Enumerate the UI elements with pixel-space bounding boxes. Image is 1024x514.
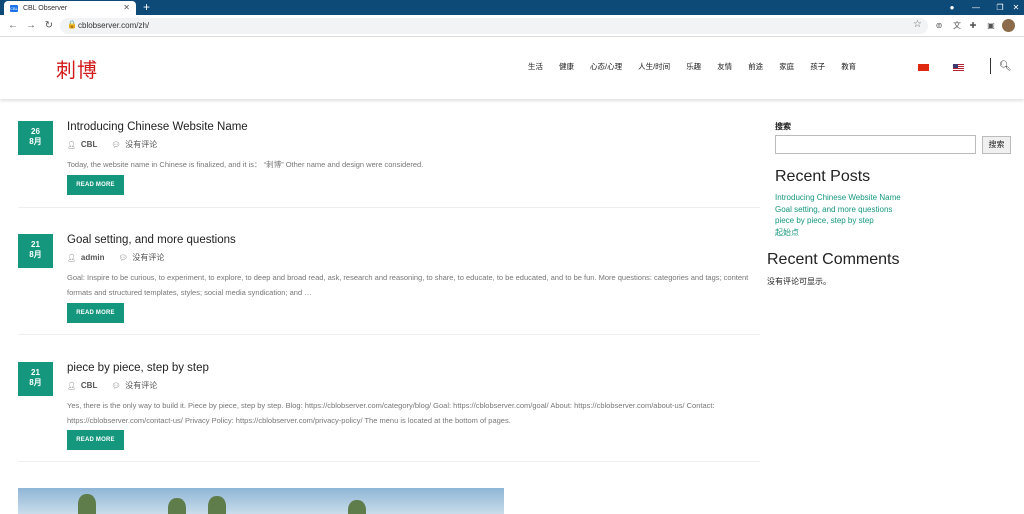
post-title[interactable]: piece by piece, step by step [67, 362, 209, 374]
recent-posts-heading: Recent Posts [775, 168, 871, 185]
post-comments[interactable]: 没有评论 [132, 252, 164, 263]
post-divider [18, 207, 760, 208]
media-icon[interactable]: ▣ [984, 19, 998, 33]
post-month: 8月 [29, 378, 42, 387]
translate-icon[interactable]: 文 [950, 19, 964, 33]
recent-post-link[interactable]: Goal setting, and more questions [775, 204, 901, 216]
nav-item-life[interactable]: 生活 [528, 61, 543, 72]
back-icon[interactable]: ← [6, 19, 20, 33]
nav-item-mindset[interactable]: 心态/心理 [590, 61, 622, 72]
post-date-badge: 26 8月 [18, 121, 53, 155]
site-header: 刺博 生活 健康 心态/心理 人生/时间 乐趣 友情 前途 家庭 孩子 教育 🔍… [0, 37, 1024, 99]
post-author[interactable]: admin [81, 253, 105, 262]
window-close-icon[interactable]: ✕ [1008, 0, 1024, 15]
user-icon: 👤︎ [67, 141, 76, 149]
search-icon[interactable]: 🔍︎ [999, 61, 1012, 72]
us-flag-icon[interactable] [953, 64, 964, 71]
search-button[interactable]: 搜索 [982, 136, 1011, 154]
post-day: 21 [31, 368, 40, 377]
read-more-button[interactable]: READ MORE [67, 175, 124, 195]
post-meta: 👤︎ CBL 💬︎ 没有评论 [67, 380, 157, 391]
search-input[interactable] [775, 135, 976, 154]
browser-tab-bar: CBL CBL Observer ✕ + ● — ❐ ✕ [0, 0, 1024, 15]
post-month: 8月 [29, 250, 42, 259]
nav-item-fun[interactable]: 乐趣 [686, 61, 701, 72]
extension-icon[interactable]: ⊚ [932, 19, 946, 33]
profile-avatar[interactable] [1002, 19, 1015, 32]
reload-icon[interactable]: ↻ [42, 19, 56, 33]
nav-item-friendship[interactable]: 友情 [717, 61, 732, 72]
comment-icon: 💬︎ [111, 382, 121, 390]
post-author[interactable]: CBL [81, 140, 97, 149]
nav-item-health[interactable]: 健康 [559, 61, 574, 72]
post-month: 8月 [29, 137, 42, 146]
address-bar[interactable]: 🔒 cblobserver.com/zh/ ☆ [60, 18, 928, 34]
comment-icon: 💬︎ [118, 254, 128, 262]
nav-item-life-time[interactable]: 人生/时间 [638, 61, 670, 72]
post-excerpt: Yes, there is the only way to build it. … [67, 401, 715, 425]
tree-shape [348, 500, 366, 514]
chinese-flag-icon[interactable] [918, 64, 929, 71]
user-icon: 👤︎ [67, 254, 76, 262]
browser-tab[interactable]: CBL CBL Observer ✕ [4, 1, 136, 15]
browser-account-icon[interactable]: ● [940, 0, 964, 15]
nav-item-education[interactable]: 教育 [841, 61, 856, 72]
nav-item-family[interactable]: 家庭 [779, 61, 794, 72]
new-tab-icon[interactable]: + [143, 0, 150, 14]
post-comments[interactable]: 没有评论 [125, 380, 157, 391]
post-excerpt: Today, the website name in Chinese is fi… [67, 160, 424, 169]
post-date-badge: 21 8月 [18, 362, 53, 396]
recent-post-link[interactable]: piece by piece, step by step [775, 215, 901, 227]
comment-icon: 💬︎ [111, 141, 121, 149]
bookmark-star-icon[interactable]: ☆ [913, 19, 922, 30]
header-divider [990, 58, 991, 74]
no-comments-text: 没有评论可显示。 [767, 277, 831, 286]
read-more-button[interactable]: READ MORE [67, 430, 124, 450]
close-tab-icon[interactable]: ✕ [123, 3, 130, 12]
recent-posts-list: Introducing Chinese Website Name Goal se… [775, 192, 901, 238]
nav-item-kids[interactable]: 孩子 [810, 61, 825, 72]
search-label: 搜索 [775, 122, 791, 131]
post-comments[interactable]: 没有评论 [125, 139, 157, 150]
puzzle-extensions-icon[interactable]: ✚ [966, 19, 980, 33]
post-divider [18, 461, 760, 462]
tree-shape [208, 496, 226, 514]
post-meta: 👤︎ CBL 💬︎ 没有评论 [67, 139, 157, 150]
post-date-badge: 21 8月 [18, 234, 53, 268]
post-meta: 👤︎ admin 💬︎ 没有评论 [67, 252, 164, 263]
recent-post-link[interactable]: 起始点 [775, 227, 901, 239]
url-text: cblobserver.com/zh/ [78, 21, 150, 30]
user-icon: 👤︎ [67, 382, 76, 390]
post-title[interactable]: Goal setting, and more questions [67, 234, 236, 246]
forward-icon[interactable]: → [24, 19, 38, 33]
post-card: 21 8月 piece by piece, step by step 👤︎ CB… [18, 362, 760, 457]
recent-comments-heading: Recent Comments [767, 251, 900, 268]
site-favicon-icon: CBL [10, 4, 18, 12]
post-divider [18, 334, 760, 335]
post-title[interactable]: Introducing Chinese Website Name [67, 121, 248, 133]
browser-toolbar: ← → ↻ 🔒 cblobserver.com/zh/ ☆ ⊚ 文 ✚ ▣ [0, 15, 1024, 37]
post-author[interactable]: CBL [81, 381, 97, 390]
read-more-button[interactable]: READ MORE [67, 303, 124, 323]
tree-shape [78, 494, 96, 514]
post-day: 21 [31, 240, 40, 249]
post-card: 21 8月 Goal setting, and more questions 👤… [18, 234, 760, 329]
tab-title: CBL Observer [23, 4, 68, 12]
lock-icon: 🔒 [67, 20, 77, 29]
recent-post-link[interactable]: Introducing Chinese Website Name [775, 192, 901, 204]
site-logo[interactable]: 刺博 [56, 54, 98, 83]
post-day: 26 [31, 127, 40, 136]
minimize-icon[interactable]: — [964, 0, 988, 15]
main-navigation: 生活 健康 心态/心理 人生/时间 乐趣 友情 前途 家庭 孩子 教育 [528, 61, 872, 72]
post-card: 26 8月 Introducing Chinese Website Name 👤… [18, 121, 760, 201]
post-excerpt: Goal: Inspire to be curious, to experime… [67, 273, 749, 297]
nav-item-future[interactable]: 前途 [748, 61, 763, 72]
tree-shape [168, 498, 186, 514]
featured-image[interactable] [18, 488, 504, 514]
